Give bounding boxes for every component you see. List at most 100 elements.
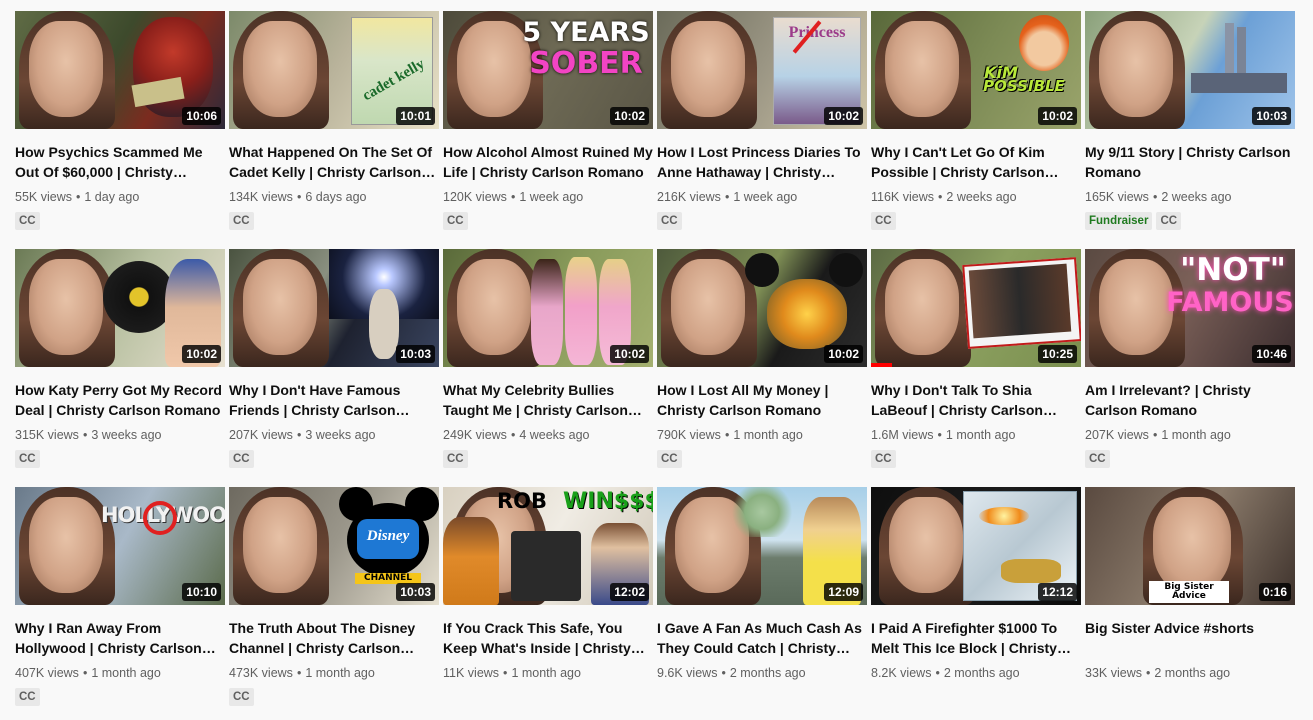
video-grid: 10:06 How Psychics Scammed Me Out Of $60,… — [0, 0, 1313, 720]
meta-separator: • — [296, 666, 302, 680]
view-count: 165K views — [1085, 190, 1149, 204]
video-title[interactable]: Why I Ran Away From Hollywood | Christy … — [15, 618, 225, 658]
upload-age: 4 weeks ago — [519, 428, 590, 442]
video-card[interactable]: 10:03 Why I Don't Have Famous Friends | C… — [229, 249, 439, 468]
video-thumbnail[interactable]: "NOT" FAMOUS 10:46 — [1085, 249, 1295, 367]
video-card[interactable]: ROB WIN$$$ 12:02 If You Crack This Safe, Yo… — [443, 487, 653, 705]
video-thumbnail[interactable]: Princess 10:02 — [657, 11, 867, 129]
view-count: 33K views — [1085, 666, 1142, 680]
video-card[interactable]: Big Sister Advice 0:16 Big Sister Advice #… — [1085, 487, 1295, 705]
video-thumbnail[interactable]: 5 YEARS SOBER 10:02 — [443, 11, 653, 129]
upload-age: 1 week ago — [519, 190, 584, 204]
video-thumbnail[interactable]: KiM POSSIBLE 10:02 — [871, 11, 1081, 129]
meta-separator: • — [1152, 190, 1158, 204]
badge-row — [443, 687, 653, 705]
video-thumbnail[interactable]: 10:03 — [229, 249, 439, 367]
video-duration: 10:03 — [396, 583, 435, 601]
video-title[interactable]: Big Sister Advice #shorts — [1085, 618, 1295, 658]
video-thumbnail[interactable]: 10:02 — [15, 249, 225, 367]
video-title[interactable]: How I Lost Princess Diaries To Anne Hath… — [657, 142, 867, 182]
video-metadata: 134K views • 6 days ago — [229, 189, 439, 205]
video-title[interactable]: I Gave A Fan As Much Cash As They Could … — [657, 618, 867, 658]
badge-row: Fundraiser CC — [1085, 211, 1295, 230]
video-duration: 10:02 — [824, 107, 863, 125]
video-duration: 10:10 — [182, 583, 221, 601]
view-count: 249K views — [443, 428, 507, 442]
video-title[interactable]: Why I Can't Let Go Of Kim Possible | Chr… — [871, 142, 1081, 182]
meta-separator: • — [724, 428, 730, 442]
video-card[interactable]: 12:12 I Paid A Firefighter $1000 To Melt … — [871, 487, 1081, 705]
mouse-ears-right — [829, 253, 863, 287]
video-duration: 10:02 — [610, 107, 649, 125]
upload-age: 1 month ago — [1161, 428, 1231, 442]
video-thumbnail[interactable]: 12:12 — [871, 487, 1081, 605]
video-card[interactable]: 10:25 Why I Don't Talk To Shia LaBeouf | … — [871, 249, 1081, 468]
video-title[interactable]: The Truth About The Disney Channel | Chr… — [229, 618, 439, 658]
video-metadata: 165K views • 2 weeks ago — [1085, 189, 1295, 205]
video-title[interactable]: Why I Don't Have Famous Friends | Christ… — [229, 380, 439, 420]
badge-row: CC — [443, 449, 653, 468]
video-thumbnail[interactable]: 10:06 — [15, 11, 225, 129]
video-card[interactable]: 10:02 What My Celebrity Bullies Taught Me… — [443, 249, 653, 468]
thumbnail-overlay-text: ROB — [496, 489, 548, 513]
video-card[interactable]: 12:09 I Gave A Fan As Much Cash As They C… — [657, 487, 867, 705]
video-duration: 12:02 — [610, 583, 649, 601]
cc-badge: CC — [229, 450, 254, 468]
video-duration: 10:01 — [396, 107, 435, 125]
video-card[interactable]: HOLLYWOOD10:10 Why I Ran Away From Hollyw… — [15, 487, 225, 706]
video-thumbnail[interactable]: 10:02 — [443, 249, 653, 367]
video-title[interactable]: My 9/11 Story | Christy Carlson Romano — [1085, 142, 1295, 182]
video-duration: 10:02 — [182, 345, 221, 363]
badge-row: CC — [443, 211, 653, 230]
badge-row: CC — [229, 211, 439, 230]
video-thumbnail[interactable]: 10:02 — [657, 249, 867, 367]
video-title[interactable]: If You Crack This Safe, You Keep What's … — [443, 618, 653, 658]
video-thumbnail[interactable]: 12:09 — [657, 487, 867, 605]
view-count: 207K views — [1085, 428, 1149, 442]
thumbnail-overlay-text: Disney — [366, 528, 410, 544]
video-duration: 10:02 — [1038, 107, 1077, 125]
thumbnail-person-face — [671, 259, 745, 355]
video-title[interactable]: What My Celebrity Bullies Taught Me | Ch… — [443, 380, 653, 420]
video-card[interactable]: Princess 10:02 How I Lost Princess Diaries… — [657, 11, 867, 230]
video-card[interactable]: "NOT" FAMOUS 10:46 Am I Irrelevant? | Chris… — [1085, 249, 1295, 468]
video-thumbnail[interactable]: Big Sister Advice 0:16 — [1085, 487, 1295, 605]
video-title[interactable]: I Paid A Firefighter $1000 To Melt This … — [871, 618, 1081, 658]
video-card[interactable]: 10:02 How I Lost All My Money | Christy C… — [657, 249, 867, 468]
video-card[interactable]: 10:02 How Katy Perry Got My Record Deal |… — [15, 249, 225, 468]
video-thumbnail[interactable]: HOLLYWOOD10:10 — [15, 487, 225, 605]
video-title[interactable]: Why I Don't Talk To Shia LaBeouf | Chris… — [871, 380, 1081, 420]
video-metadata: 8.2K views • 2 months ago — [871, 665, 1081, 681]
video-title[interactable]: How Psychics Scammed Me Out Of $60,000 |… — [15, 142, 225, 182]
video-thumbnail[interactable]: Disney CHANNEL 10:03 — [229, 487, 439, 605]
meta-separator: • — [1145, 666, 1151, 680]
cc-badge: CC — [657, 450, 682, 468]
cc-badge: CC — [15, 688, 40, 706]
video-thumbnail[interactable]: cadet kelly 10:01 — [229, 11, 439, 129]
video-duration: 12:09 — [824, 583, 863, 601]
video-card[interactable]: KiM POSSIBLE 10:02 Why I Can't Let Go Of Ki… — [871, 11, 1081, 230]
view-count: 473K views — [229, 666, 293, 680]
video-card[interactable]: Disney CHANNEL 10:03 The Truth About The Di… — [229, 487, 439, 706]
video-duration: 0:16 — [1258, 583, 1291, 601]
video-card[interactable]: 5 YEARS SOBER 10:02 How Alcohol Almost Ruin… — [443, 11, 653, 230]
video-metadata: 55K views • 1 day ago — [15, 189, 225, 205]
video-card[interactable]: 10:06 How Psychics Scammed Me Out Of $60,… — [15, 11, 225, 230]
video-title[interactable]: How Alcohol Almost Ruined My Life | Chri… — [443, 142, 653, 182]
fundraiser-badge: Fundraiser — [1085, 212, 1153, 230]
meta-separator: • — [503, 666, 508, 680]
video-card[interactable]: 10:03 My 9/11 Story | Christy Carlson Rom… — [1085, 11, 1295, 230]
video-thumbnail[interactable]: ROB WIN$$$ 12:02 — [443, 487, 653, 605]
video-title[interactable]: Am I Irrelevant? | Christy Carlson Roman… — [1085, 380, 1295, 420]
upload-age: 1 month ago — [91, 666, 161, 680]
thumbnail-overlay-text: "NOT" — [1180, 252, 1286, 288]
video-card[interactable]: cadet kelly 10:01 What Happened On The Set… — [229, 11, 439, 230]
video-title[interactable]: How Katy Perry Got My Record Deal | Chri… — [15, 380, 225, 420]
meta-separator: • — [296, 190, 302, 204]
video-thumbnail[interactable]: 10:03 — [1085, 11, 1295, 129]
thumbnail-overlay-text: 5 YEARS — [522, 17, 650, 48]
video-thumbnail[interactable]: 10:25 — [871, 249, 1081, 367]
video-title[interactable]: How I Lost All My Money | Christy Carlso… — [657, 380, 867, 420]
no-sign — [143, 501, 177, 535]
video-title[interactable]: What Happened On The Set Of Cadet Kelly … — [229, 142, 439, 182]
